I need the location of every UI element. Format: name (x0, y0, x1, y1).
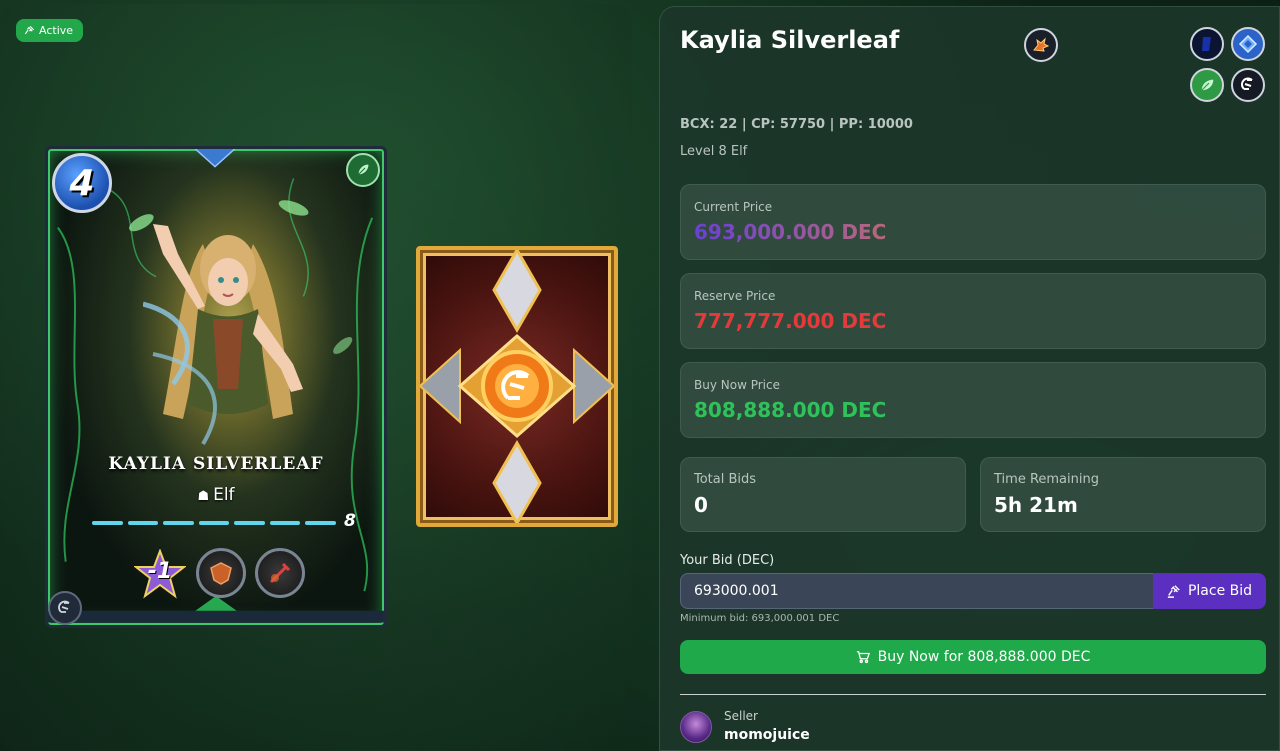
earth-element-icon[interactable] (1190, 68, 1224, 102)
card-meta: BCX: 22 | CP: 57750 | PP: 10000 (680, 117, 913, 132)
card-name: KAYLIA SILVERLEAF (108, 454, 324, 474)
leaf-icon (346, 153, 380, 187)
total-bids-box: Total Bids 0 (680, 457, 966, 532)
foil-icon[interactable] (1190, 27, 1224, 61)
sword-ability-icon[interactable] (255, 548, 305, 598)
reserve-price-label: Reserve Price (694, 289, 776, 303)
buy-now-label: Buy Now for 808,888.000 DEC (877, 649, 1091, 665)
buy-now-price-box: Buy Now Price 808,888.000 DEC (680, 362, 1266, 438)
current-price-label: Current Price (694, 200, 773, 214)
card-back-image[interactable] (416, 246, 618, 527)
card-back-art (420, 250, 614, 523)
reserve-price-value: 777,777.000 DEC (694, 309, 887, 333)
elf-mask-icon: ☗ (197, 489, 210, 504)
time-remaining-value: 5h 21m (994, 493, 1078, 517)
minimum-bid-hint: Minimum bid: 693,000.001 DEC (680, 613, 840, 624)
rarity-icon[interactable] (1231, 27, 1265, 61)
time-remaining-label: Time Remaining (994, 472, 1099, 487)
buy-now-price-label: Buy Now Price (694, 378, 780, 392)
current-price-value: 693,000.000 DEC (694, 220, 1252, 244)
gavel-icon (1167, 585, 1180, 598)
buy-now-button[interactable]: Buy Now for 808,888.000 DEC (680, 640, 1266, 674)
edition-icon[interactable] (1231, 68, 1265, 102)
level-number: 8 (344, 511, 356, 531)
time-remaining-box: Time Remaining 5h 21m (980, 457, 1266, 532)
buy-now-price-value: 808,888.000 DEC (694, 398, 887, 422)
cart-icon (856, 651, 870, 664)
shield-ability-icon[interactable] (196, 548, 246, 598)
seller-label: Seller (724, 709, 758, 723)
reserve-price-box: Reserve Price 777,777.000 DEC (680, 273, 1266, 349)
avatar[interactable] (680, 711, 712, 743)
character-illustration (143, 224, 303, 446)
gavel-icon (24, 25, 35, 35)
total-bids-label: Total Bids (694, 472, 757, 487)
total-bids-value: 0 (694, 493, 708, 517)
seller-name[interactable]: momojuice (724, 727, 810, 743)
level-progress-bar (92, 521, 337, 525)
bid-input-label: Your Bid (DEC) (680, 553, 775, 568)
place-bid-label: Place Bid (1187, 583, 1253, 599)
splinterlands-logo-icon (48, 591, 82, 625)
card-type-label: Elf (213, 485, 235, 505)
speed-stat-value: -1 (147, 559, 173, 584)
card-front-image[interactable]: 4 KAYLIA SILVERLEAF ☗ Elf 8 -1 (45, 146, 387, 628)
current-price-box: Current Price 693,000.000 DEC (680, 184, 1266, 260)
status-label: Active (39, 24, 74, 37)
card-subtitle: Level 8 Elf (680, 144, 748, 159)
mana-cost-badge: 4 (52, 153, 112, 213)
page-title: Kaylia Silverleaf (680, 26, 900, 54)
explosion-edition-icon[interactable] (1024, 28, 1058, 62)
place-bid-button[interactable]: Place Bid (1153, 573, 1266, 609)
card-type: ☗ Elf (48, 485, 384, 505)
status-badge: Active (16, 19, 84, 42)
divider (680, 694, 1266, 695)
bid-input[interactable] (680, 573, 1154, 609)
